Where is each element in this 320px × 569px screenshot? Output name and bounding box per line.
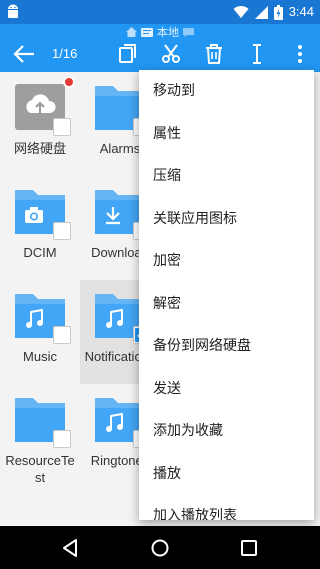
file-name: Music	[23, 349, 57, 364]
menu-item-send[interactable]: 发送	[139, 368, 314, 411]
checkbox[interactable]	[53, 222, 71, 240]
app-bar: 本地 1/16	[0, 24, 320, 72]
menu-item-compress[interactable]: 压缩	[139, 155, 314, 198]
wifi-icon	[233, 6, 249, 19]
clock: 3:44	[288, 4, 314, 19]
location-label[interactable]: 本地	[157, 24, 179, 40]
location-indicator: 本地	[0, 24, 320, 40]
file-thumbnail	[11, 290, 71, 344]
menu-item-move-to[interactable]: 移动到	[139, 70, 314, 113]
selection-count: 1/16	[52, 46, 78, 61]
notification-badge	[63, 76, 75, 88]
delete-icon[interactable]	[202, 42, 226, 66]
menu-item-encrypt[interactable]: 加密	[139, 240, 314, 283]
menu-item-decrypt[interactable]: 解密	[139, 283, 314, 326]
file-name: ResourceTest	[5, 453, 75, 485]
file-item[interactable]: Music	[4, 290, 76, 365]
menu-item-properties[interactable]: 属性	[139, 113, 314, 156]
checkbox[interactable]	[53, 430, 71, 448]
status-icons: 3:44	[233, 3, 314, 21]
home-icon[interactable]	[126, 27, 137, 37]
copy-icon[interactable]	[116, 42, 140, 66]
system-nav-bar	[0, 526, 320, 569]
file-thumbnail	[11, 394, 71, 448]
menu-item-add-to-playlist[interactable]: 加入播放列表	[139, 495, 314, 520]
recents-square-icon[interactable]	[238, 537, 260, 559]
back-arrow-icon[interactable]	[10, 42, 38, 66]
menu-item-add-to-favorites[interactable]: 添加为收藏	[139, 410, 314, 453]
rename-icon[interactable]	[245, 42, 269, 66]
file-name: DCIM	[23, 245, 57, 260]
signal-icon	[254, 6, 268, 19]
chat-icon	[183, 27, 194, 37]
android-icon	[8, 4, 18, 18]
context-menu: 移动到 属性 压缩 关联应用图标 加密 解密 备份到网络硬盘 发送 添加为收藏 …	[139, 70, 314, 520]
menu-item-associate-app-icon[interactable]: 关联应用图标	[139, 198, 314, 241]
cut-icon[interactable]	[159, 42, 183, 66]
battery-icon	[273, 4, 283, 20]
back-triangle-icon[interactable]	[59, 537, 81, 559]
file-item[interactable]: DCIM	[4, 186, 76, 261]
checkbox[interactable]	[53, 118, 71, 136]
file-item[interactable]: ResourceTest	[4, 394, 76, 486]
checkbox[interactable]	[53, 326, 71, 344]
menu-item-backup-to-cloud[interactable]: 备份到网络硬盘	[139, 325, 314, 368]
status-bar: 3:44	[0, 0, 320, 24]
menu-item-play[interactable]: 播放	[139, 453, 314, 496]
file-thumbnail	[11, 186, 71, 240]
file-thumbnail	[11, 76, 75, 136]
file-item[interactable]: 网络硬盘	[4, 76, 76, 157]
sd-card-icon	[141, 27, 153, 37]
file-name: 网络硬盘	[13, 141, 66, 156]
more-icon[interactable]	[288, 42, 312, 66]
home-circle-icon[interactable]	[149, 537, 171, 559]
